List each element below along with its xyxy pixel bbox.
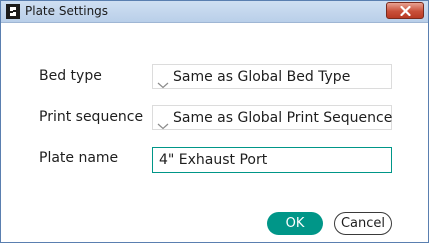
plate-name-value: 4" Exhaust Port: [159, 152, 268, 168]
window-title: Plate Settings: [25, 4, 109, 18]
dialog-body: Bed type Same as Global Bed Type Print s…: [1, 23, 428, 242]
print-sequence-value: Same as Global Print Sequence: [173, 110, 393, 126]
close-button[interactable]: [386, 2, 424, 19]
print-sequence-label: Print sequence: [39, 109, 144, 125]
ok-button[interactable]: OK: [267, 212, 323, 235]
plate-name-label: Plate name: [39, 150, 119, 166]
title-bar[interactable]: Plate Settings: [1, 1, 428, 23]
chevron-down-icon: [157, 74, 169, 93]
bed-type-label: Bed type: [39, 68, 102, 84]
close-icon: [400, 6, 411, 16]
print-sequence-dropdown[interactable]: Same as Global Print Sequence: [152, 105, 392, 130]
app-logo-icon: [6, 4, 20, 19]
plate-settings-dialog: Plate Settings Bed type Same as Global B…: [0, 0, 429, 243]
bed-type-dropdown[interactable]: Same as Global Bed Type: [152, 64, 392, 89]
cancel-button[interactable]: Cancel: [334, 212, 392, 235]
chevron-down-icon: [157, 115, 169, 134]
plate-name-field[interactable]: 4" Exhaust Port: [152, 147, 392, 173]
bed-type-value: Same as Global Bed Type: [173, 69, 351, 85]
